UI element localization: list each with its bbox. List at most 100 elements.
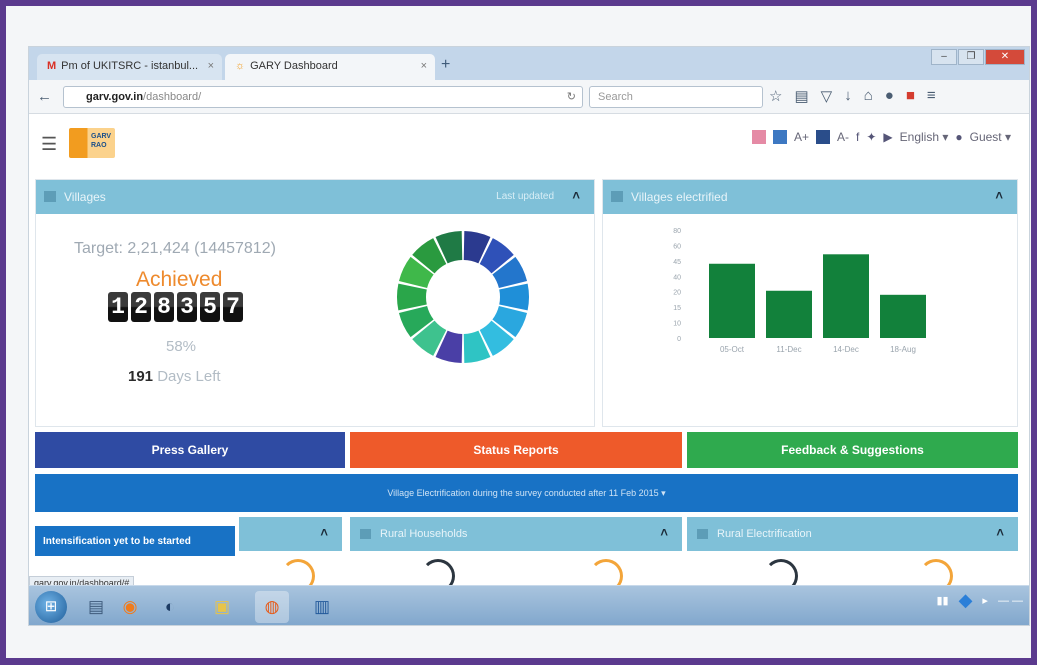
days-left-value: 191 [128,368,154,385]
app-window-icon[interactable]: ▥ [305,591,339,623]
percent-achieved: 58% [166,338,197,355]
panel-icon [611,191,623,202]
y-tick-label: 60 [673,243,681,250]
y-tick-label: 80 [673,228,681,235]
pocket-icon[interactable]: ▽ [821,87,833,105]
tray-app-icon[interactable]: ◆ [959,590,973,611]
bar-chart-panel: Villages electrified ˄ 80 60 45 40 20 15 10 0 05… [602,179,1018,427]
y-tick-label: 15 [673,305,681,312]
window-controls: – ❐ ✕ [931,49,1025,65]
search-input[interactable]: Search [589,86,763,108]
maximize-button[interactable]: ❐ [958,49,984,65]
panel-header: Villages electrified ˄ [603,180,1017,214]
theme-blue-swatch[interactable] [773,130,787,144]
bar[interactable] [709,263,755,338]
sync-icon[interactable]: ● [885,87,894,105]
panel-title: Rural Households [380,528,468,540]
menu-icon[interactable]: ≡ [927,87,936,105]
photo-frame: M Pm of UKITSRC - istanbul... × ☼ GARY Das… [6,6,1031,658]
counter-digit: 7 [223,292,243,322]
tray-network-icon[interactable]: ▮▮ [936,594,948,607]
site-favicon-icon: ☼ [235,60,246,72]
font-increase-button[interactable]: A+ [794,130,809,144]
counter-digit: 2 [131,292,151,322]
tab-label: GARY Dashboard [250,60,338,72]
new-tab-button[interactable]: + [441,56,450,74]
tray-clock[interactable]: — — [998,595,1023,607]
days-left: 191 Days Left [128,368,221,385]
firefox-icon[interactable]: ◍ [255,591,289,623]
browser-nav-bar: ← garv.gov.in/dashboard/ ↻ Search ☆ ▤ ▽ … [29,80,1029,114]
donut-segment [397,283,427,311]
media-icon[interactable]: ◉ [113,591,147,623]
panel-title: Rural Electrification [717,528,812,540]
hamburger-menu-icon[interactable]: ☰ [41,134,57,155]
start-button-icon[interactable]: ⊞ [35,591,67,623]
y-tick-label: 0 [677,336,681,343]
donut-segment [499,283,529,311]
hp-icon[interactable]: ◐ [153,591,187,623]
bookmarks-list-icon[interactable]: ▤ [794,87,808,105]
addon-icon[interactable]: ■ [906,87,915,105]
page-header: ☰ GARV RAO A+ A- f ✦ ▶ English ▾ ● Guest… [29,114,1029,172]
windows-taskbar: ⊞ ▤ ◉ ◐ ▣ ◍ ▥ ▮▮ ◆ ▸ — — [29,585,1029,625]
site-logo[interactable]: GARV RAO [69,128,115,158]
collapse-chevron-icon[interactable]: ˄ [996,525,1004,540]
youtube-icon[interactable]: ▶ [883,130,892,144]
user-menu[interactable]: Guest ▾ [970,130,1011,144]
y-tick-label: 40 [673,274,681,281]
achieved-counter: 1 2 8 3 5 7 [108,292,243,322]
minimize-button[interactable]: – [931,49,957,65]
press-gallery-button[interactable]: Press Gallery [35,432,345,468]
tab-dashboard[interactable]: ☼ GARY Dashboard × [225,54,435,80]
back-arrow-icon[interactable]: ← [37,88,52,105]
info-banner[interactable]: Village Electrification during the surve… [35,474,1018,512]
counter-digit: 1 [108,292,128,322]
close-tab-icon[interactable]: × [208,60,214,72]
counter-digit: 5 [200,292,220,322]
x-tick-label: 11-Dec [776,345,801,354]
home-icon[interactable]: ⌂ [864,87,873,105]
feedback-button[interactable]: Feedback & Suggestions [687,432,1018,468]
close-tab-icon[interactable]: × [421,60,427,72]
facebook-icon[interactable]: f [856,130,859,144]
twitter-icon[interactable]: ✦ [866,130,876,144]
target-text: Target: 2,21,424 (14457812) [74,240,276,257]
status-reports-button[interactable]: Status Reports [350,432,682,468]
panel-title: Villages electrified [631,190,728,204]
download-icon[interactable]: ↓ [844,87,852,105]
collapse-chevron-icon[interactable]: ˄ [995,188,1003,203]
language-select[interactable]: English ▾ [900,130,949,144]
address-bar[interactable]: garv.gov.in/dashboard/ ↻ [63,86,583,108]
theme-pink-swatch[interactable] [752,130,766,144]
bar[interactable] [823,254,869,338]
panel-icon [44,191,56,202]
tray-expand-icon[interactable]: ▸ [982,594,988,607]
url-path: /dashboard/ [143,91,202,103]
collapse-chevron-icon[interactable]: ˄ [660,525,668,540]
reload-icon[interactable]: ↻ [567,90,576,103]
achieved-label: Achieved [136,268,223,291]
y-tick-label: 45 [673,259,681,266]
panel-icon [360,529,371,539]
user-icon: ● [955,130,963,144]
theme-navy-swatch[interactable] [816,130,831,144]
intensification-label[interactable]: Intensification yet to be started [35,526,235,556]
x-tick-label: 14-Dec [833,345,859,354]
y-tick-label: 10 [673,321,681,328]
bar[interactable] [880,294,926,338]
url-host: garv.gov.in [86,91,144,103]
close-window-button[interactable]: ✕ [985,49,1025,65]
folder-icon[interactable]: ▣ [205,591,239,623]
font-decrease-button[interactable]: A- [837,130,849,144]
tab-label: Pm of UKITSRC - istanbul... [61,60,199,72]
bar[interactable] [766,290,812,338]
counter-digit: 8 [154,292,174,322]
bookmark-star-icon[interactable]: ☆ [769,87,782,105]
collapse-chevron-icon[interactable]: ˄ [320,525,328,540]
tab-gmail[interactable]: M Pm of UKITSRC - istanbul... × [37,54,222,80]
library-icon[interactable]: ▤ [79,591,113,623]
collapse-chevron-icon[interactable]: ˄ [572,188,580,203]
electrification-panel: Villages Last updated ˄ Target: 2,21,424… [35,179,595,427]
screen: M Pm of UKITSRC - istanbul... × ☼ GARY Das… [28,46,1030,626]
